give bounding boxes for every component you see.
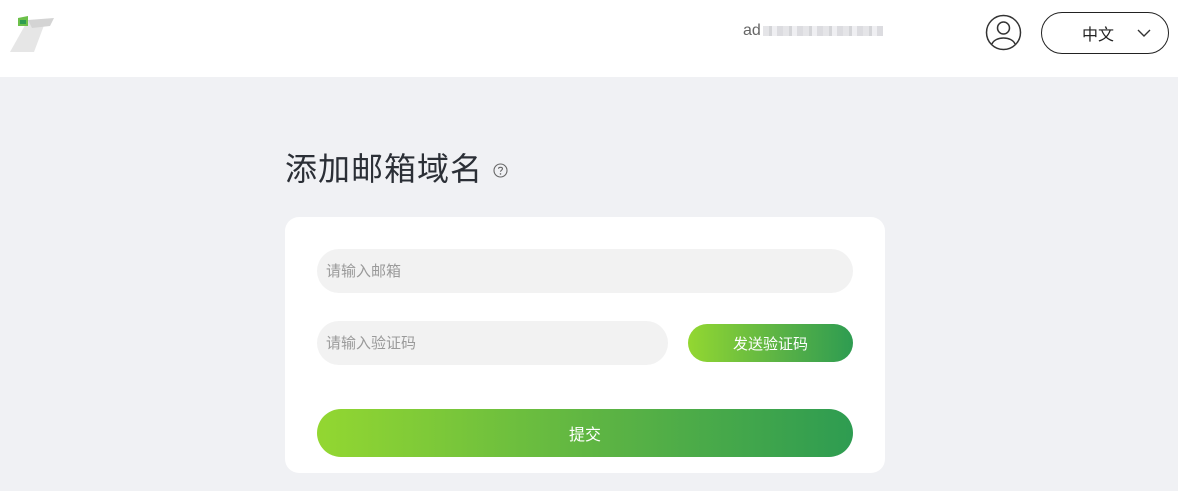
verification-code-input[interactable] bbox=[317, 321, 668, 365]
email-input[interactable] bbox=[317, 249, 853, 293]
account-name-text: ad bbox=[743, 22, 761, 39]
language-selector[interactable]: 中文 bbox=[1041, 12, 1169, 54]
account-name-redacted bbox=[762, 26, 883, 36]
top-bar: ad 中文 bbox=[0, 0, 1178, 77]
language-label: 中文 bbox=[1082, 25, 1115, 44]
domain-form-card: 发送验证码 提交 bbox=[285, 217, 885, 473]
page-title: 添加邮箱域名 bbox=[285, 150, 484, 188]
help-circle-icon[interactable] bbox=[493, 162, 508, 178]
user-icon[interactable] bbox=[985, 14, 1022, 51]
send-code-button[interactable]: 发送验证码 bbox=[688, 324, 853, 362]
brand-logo[interactable] bbox=[6, 14, 58, 54]
account-name: ad bbox=[743, 22, 883, 40]
chevron-down-icon bbox=[1137, 29, 1151, 37]
submit-button[interactable]: 提交 bbox=[317, 409, 853, 457]
page-title-row: 添加邮箱域名 bbox=[285, 144, 508, 190]
